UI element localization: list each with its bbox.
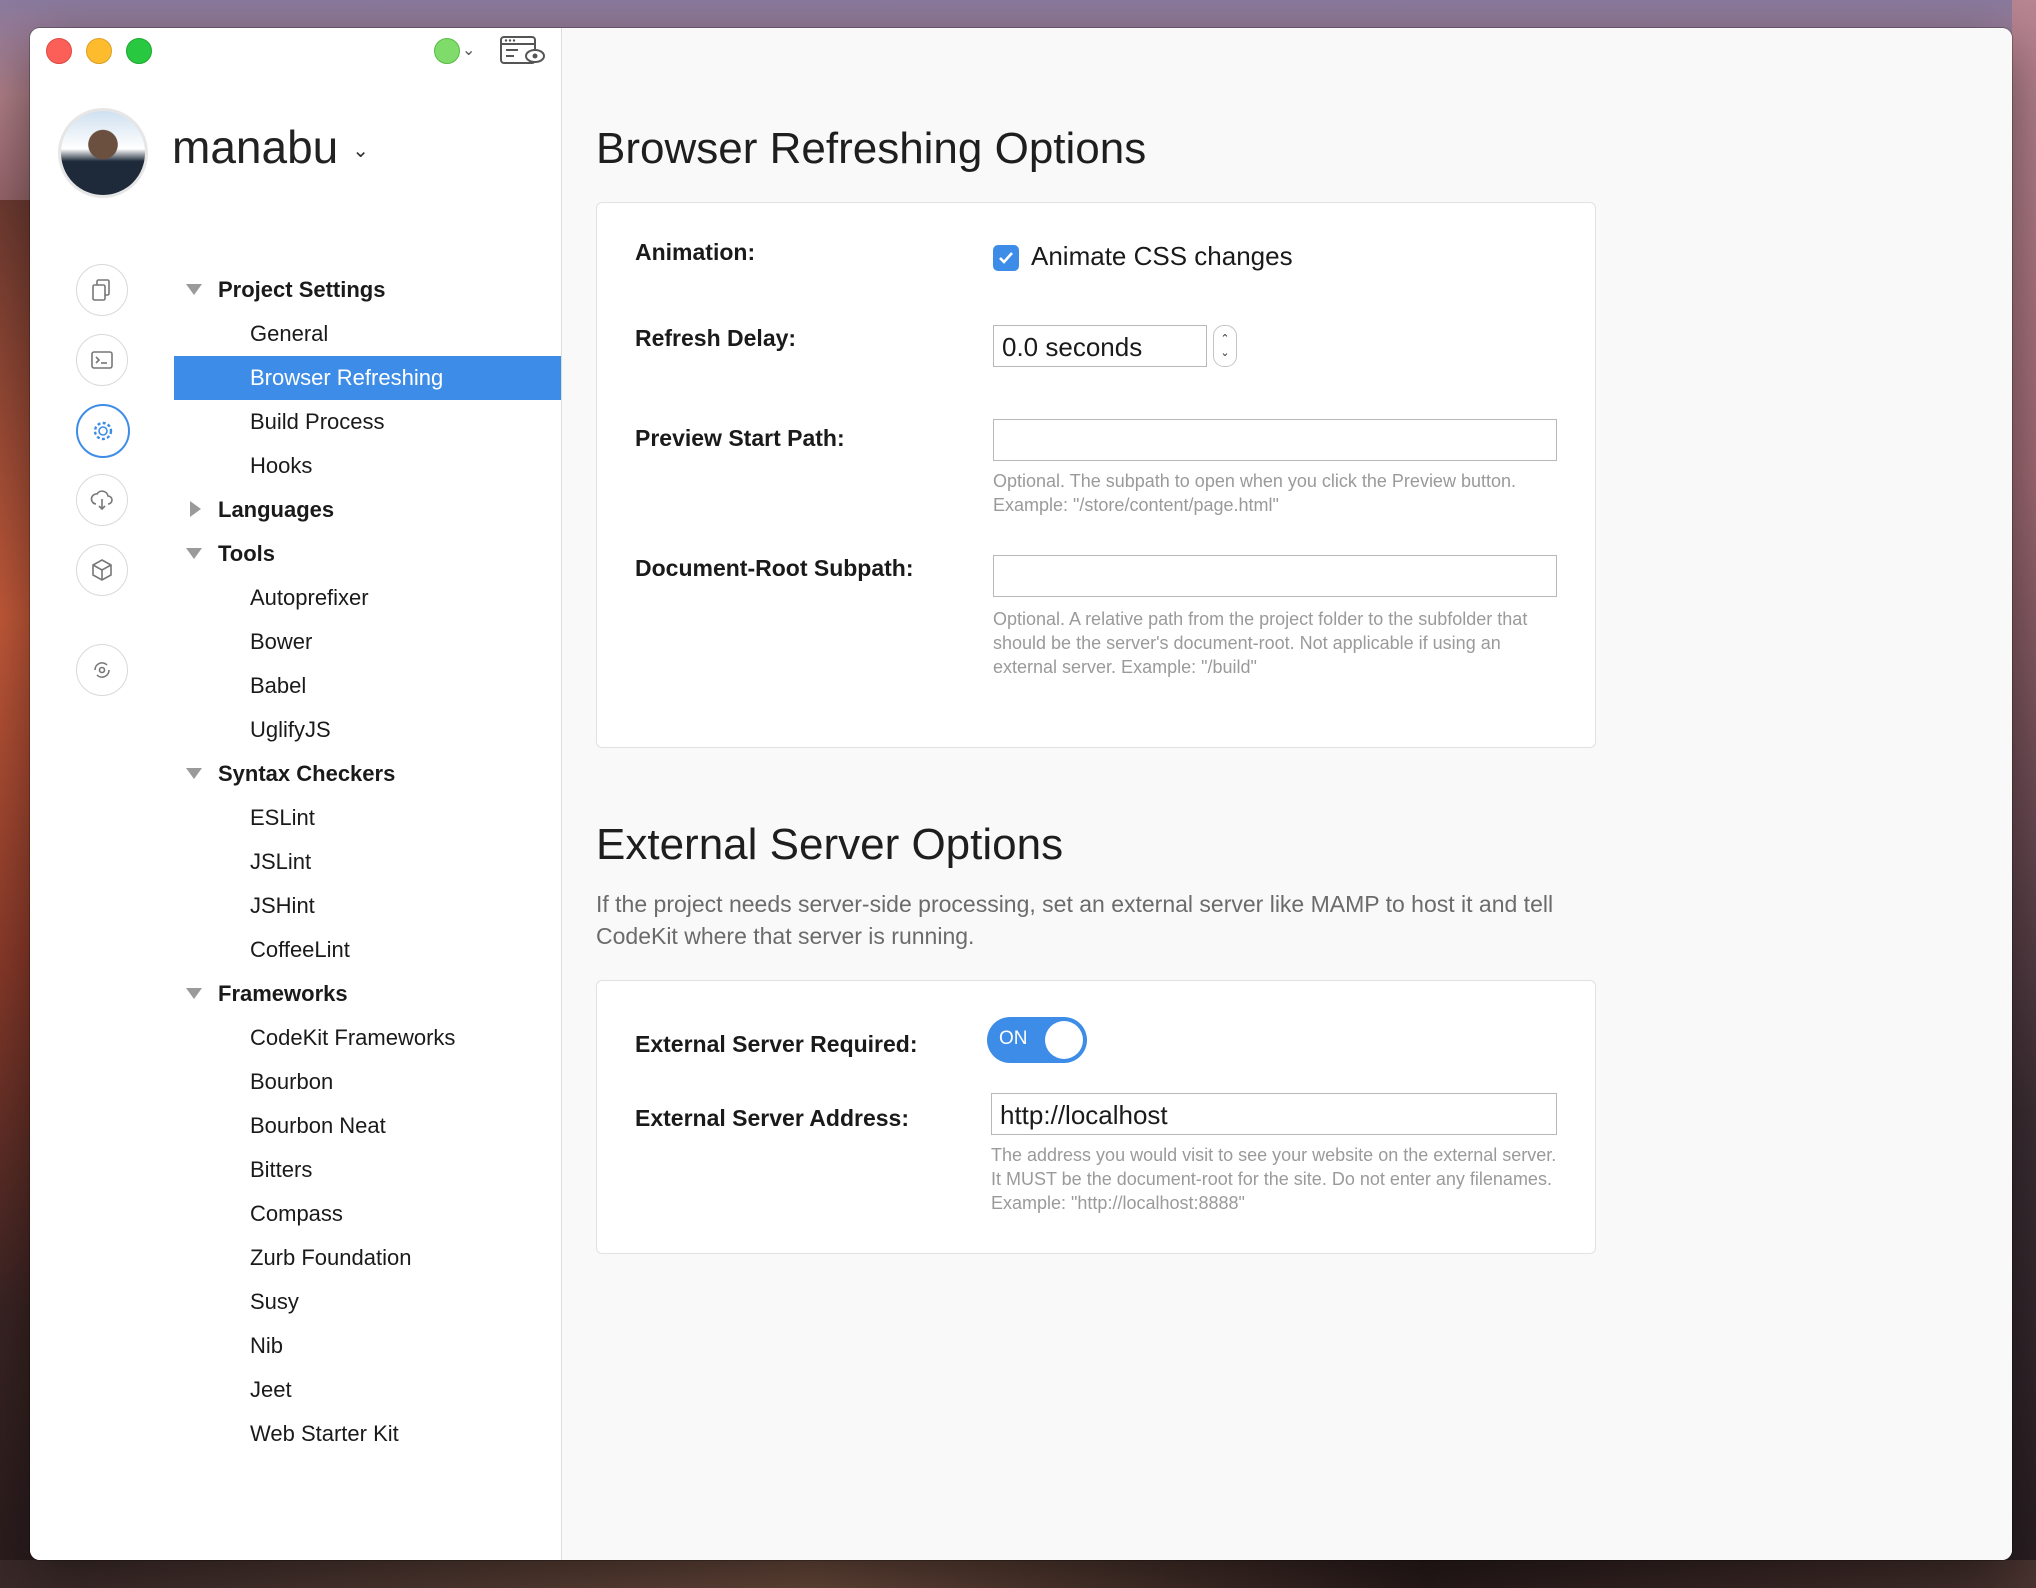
disclosure-triangle-icon[interactable] xyxy=(186,988,202,999)
desktop-wallpaper-bottom xyxy=(0,1560,2036,1588)
external-server-title: External Server Options xyxy=(596,820,1064,869)
disclosure-triangle-icon[interactable] xyxy=(186,548,202,559)
sidebar: ⌄ manabu ⌄ Project Settings General Brow… xyxy=(30,28,562,1560)
external-server-address-help: The address you would visit to see your … xyxy=(991,1145,1557,1213)
tree-item-uglifyjs[interactable]: UglifyJS xyxy=(174,708,561,752)
app-window: ⌄ manabu ⌄ Project Settings General Brow… xyxy=(30,28,2012,1560)
main-content: Browser Refreshing Options Animation: An… xyxy=(562,28,2012,1560)
external-server-panel: External Server Required: ON External Se… xyxy=(596,980,1596,1254)
terminal-icon[interactable] xyxy=(76,334,128,386)
preview-start-path-help: Optional. The subpath to open when you c… xyxy=(993,471,1516,515)
tree-item-jeet[interactable]: Jeet xyxy=(174,1368,561,1412)
tree-item-babel[interactable]: Babel xyxy=(174,664,561,708)
browser-refreshing-title: Browser Refreshing Options xyxy=(596,124,1147,173)
tree-item-compass[interactable]: Compass xyxy=(174,1192,561,1236)
chevron-down-icon[interactable]: ⌄ xyxy=(462,40,475,60)
sync-icon[interactable] xyxy=(76,644,128,696)
refresh-delay-label: Refresh Delay: xyxy=(635,325,797,351)
tree-item-build-process[interactable]: Build Process xyxy=(174,400,561,444)
animate-css-checkbox[interactable] xyxy=(993,245,1019,271)
tree-item-coffeelint[interactable]: CoffeeLint xyxy=(174,928,561,972)
tree-item-bitters[interactable]: Bitters xyxy=(174,1148,561,1192)
disclosure-triangle-icon[interactable] xyxy=(186,768,202,779)
tree-item-bourbon[interactable]: Bourbon xyxy=(174,1060,561,1104)
refresh-delay-stepper[interactable]: ⌃ ⌄ xyxy=(1213,325,1237,367)
tree-section-languages[interactable]: Languages xyxy=(174,488,561,532)
tree-item-web-starter-kit[interactable]: Web Starter Kit xyxy=(174,1412,561,1456)
chevron-down-icon: ⌄ xyxy=(352,139,369,162)
tree-item-bourbon-neat[interactable]: Bourbon Neat xyxy=(174,1104,561,1148)
tree-item-susy[interactable]: Susy xyxy=(174,1280,561,1324)
tree-item-eslint[interactable]: ESLint xyxy=(174,796,561,840)
animate-css-label[interactable]: Animate CSS changes xyxy=(1031,241,1293,272)
tree-item-nib[interactable]: Nib xyxy=(174,1324,561,1368)
preview-start-path-input[interactable] xyxy=(993,419,1557,461)
document-root-subpath-help: Optional. A relative path from the proje… xyxy=(993,609,1528,677)
tree-section-project-settings[interactable]: Project Settings xyxy=(174,268,561,312)
tree-item-bower[interactable]: Bower xyxy=(174,620,561,664)
avatar[interactable] xyxy=(58,108,148,198)
files-icon[interactable] xyxy=(76,264,128,316)
tree-item-zurb-foundation[interactable]: Zurb Foundation xyxy=(174,1236,561,1280)
server-status-indicator[interactable] xyxy=(434,38,460,64)
window-close-button[interactable] xyxy=(46,38,72,64)
chevron-up-icon[interactable]: ⌃ xyxy=(1220,332,1229,346)
tree-item-browser-refreshing[interactable]: Browser Refreshing xyxy=(174,356,561,400)
document-root-subpath-input[interactable] xyxy=(993,555,1557,597)
tree-item-codekit-frameworks[interactable]: CodeKit Frameworks xyxy=(174,1016,561,1060)
chevron-down-icon[interactable]: ⌄ xyxy=(1220,346,1229,360)
gear-icon[interactable] xyxy=(76,404,130,458)
tree-item-general[interactable]: General xyxy=(174,312,561,356)
desktop-wallpaper-left xyxy=(0,200,34,1588)
animation-label: Animation: xyxy=(635,239,756,265)
document-root-subpath-label: Document-Root Subpath: xyxy=(635,555,914,581)
tree-item-jslint[interactable]: JSLint xyxy=(174,840,561,884)
cloud-download-icon[interactable] xyxy=(76,474,128,526)
disclosure-triangle-icon[interactable] xyxy=(186,284,202,295)
tree-section-tools[interactable]: Tools xyxy=(174,532,561,576)
checkmark-icon xyxy=(999,252,1013,264)
external-server-address-label: External Server Address: xyxy=(635,1105,910,1131)
toggle-knob xyxy=(1045,1021,1083,1059)
window-minimize-button[interactable] xyxy=(86,38,112,64)
toggle-state-text: ON xyxy=(999,1028,1028,1049)
tree-section-frameworks[interactable]: Frameworks xyxy=(174,972,561,1016)
tree-item-autoprefixer[interactable]: Autoprefixer xyxy=(174,576,561,620)
refresh-delay-input[interactable]: 0.0 seconds xyxy=(993,325,1207,367)
external-server-address-input[interactable]: http://localhost xyxy=(991,1093,1557,1135)
external-server-required-label: External Server Required: xyxy=(635,1031,918,1057)
tree-item-jshint[interactable]: JSHint xyxy=(174,884,561,928)
tree-section-syntax-checkers[interactable]: Syntax Checkers xyxy=(174,752,561,796)
external-server-required-toggle[interactable]: ON xyxy=(987,1017,1087,1063)
package-box-icon[interactable] xyxy=(76,544,128,596)
preview-browser-icon[interactable] xyxy=(500,36,546,66)
desktop-wallpaper-right xyxy=(2012,0,2036,1588)
user-name: manabu xyxy=(172,121,339,173)
disclosure-triangle-icon[interactable] xyxy=(190,501,201,517)
tree-item-hooks[interactable]: Hooks xyxy=(174,444,561,488)
window-zoom-button[interactable] xyxy=(126,38,152,64)
user-menu[interactable]: manabu ⌄ xyxy=(172,120,369,174)
external-server-description: If the project needs server-side process… xyxy=(596,891,1554,949)
browser-refreshing-panel: Animation: Animate CSS changes Refresh D… xyxy=(596,202,1596,748)
preview-start-path-label: Preview Start Path: xyxy=(635,425,845,451)
